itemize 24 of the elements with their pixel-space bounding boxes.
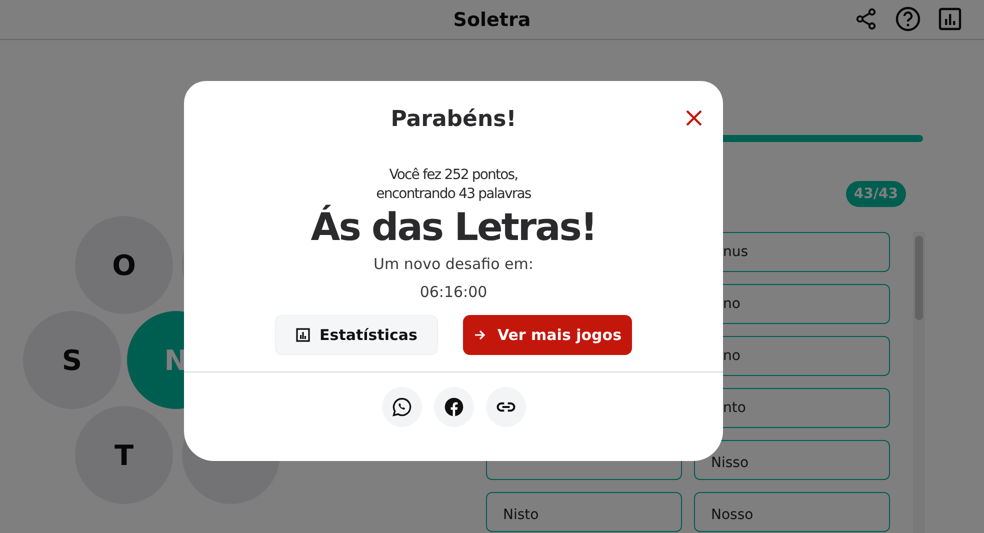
- more-games-button[interactable]: Ver mais jogos: [463, 315, 632, 355]
- facebook-icon: [442, 396, 464, 418]
- scrollbar[interactable]: [913, 232, 925, 533]
- share-button[interactable]: [382, 387, 422, 427]
- share-button[interactable]: [434, 387, 474, 427]
- stats-icon[interactable]: [936, 5, 964, 33]
- dialog-title: Parabéns!: [390, 107, 516, 132]
- word-count-badge: 43/43: [846, 181, 906, 207]
- countdown: 06:16:00: [420, 283, 488, 301]
- letter-tile[interactable]: T: [75, 406, 173, 504]
- chart-icon: [296, 328, 310, 342]
- arrow-right-icon: [473, 328, 488, 342]
- help-icon[interactable]: [894, 5, 922, 33]
- next-challenge-label: Um novo desafio em:: [374, 255, 534, 273]
- rank-title: Ás das Letras!: [310, 204, 596, 250]
- statistics-button[interactable]: Estatísticas: [275, 315, 438, 355]
- letter-tile[interactable]: S: [23, 311, 121, 409]
- letter-tile[interactable]: O: [75, 216, 173, 314]
- share-button[interactable]: [486, 387, 526, 427]
- word-tile: Nisto: [486, 492, 682, 532]
- score-summary: Você fez 252 pontos, encontrando 43 palavras: [376, 166, 531, 204]
- app-title: Soletra: [453, 8, 531, 30]
- whatsapp-icon: [390, 396, 412, 418]
- word-tile: Nosso: [694, 492, 890, 532]
